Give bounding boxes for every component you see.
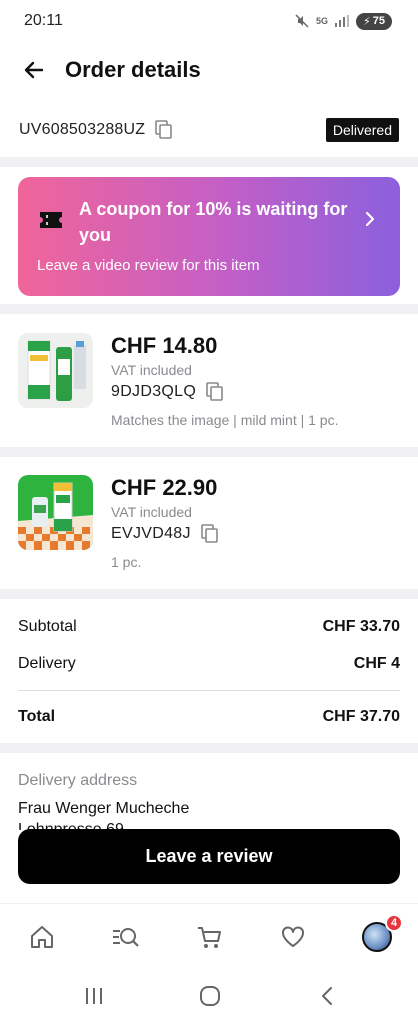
product-price: CHF 22.90 [111, 475, 218, 500]
sku-row: 9DJD3QLQ [111, 381, 226, 403]
toothpaste-box-image [18, 333, 93, 408]
product-image[interactable] [18, 333, 93, 408]
product-sku: 9DJD3QLQ [111, 383, 197, 400]
nav-favorites[interactable] [275, 919, 311, 955]
section-divider [0, 304, 418, 314]
delivery-value: CHF 4 [353, 655, 400, 672]
home-circle-icon [200, 986, 220, 1006]
section-divider [0, 743, 418, 753]
system-nav-bar [0, 969, 418, 1024]
product-sku: EVJVD48J [111, 525, 191, 542]
copy-icon [155, 120, 173, 139]
product-item[interactable]: CHF 22.90 VAT included EVJVD48J 1 pc. [0, 475, 418, 605]
product-variant: Matches the image | mild mint | 1 pc. [111, 412, 339, 428]
battery-indicator: ⚡ 75 [356, 12, 392, 30]
bottom-nav: 4 [0, 903, 418, 969]
nav-home[interactable] [24, 919, 60, 955]
section-divider [0, 589, 418, 599]
status-time: 20:11 [24, 12, 63, 29]
order-id: UV608503288UZ [19, 121, 146, 138]
subtotal-label: Subtotal [18, 618, 77, 635]
coupon-subtitle: Leave a video review for this item [37, 257, 260, 274]
recent-apps-icon [86, 988, 102, 1004]
mute-icon [295, 14, 309, 28]
toothpaste-tube-image [18, 475, 93, 550]
section-divider [0, 447, 418, 457]
ticket-icon [40, 212, 62, 228]
order-summary: Subtotal CHF 33.70 Delivery CHF 4 Total … [18, 617, 400, 727]
leave-review-button[interactable]: Leave a review [18, 829, 400, 884]
product-price: CHF 14.80 [111, 333, 218, 358]
product-item[interactable]: CHF 14.80 VAT included 9DJD3QLQ Matches … [0, 333, 418, 463]
total-value: CHF 37.70 [322, 708, 400, 725]
status-bar: 20:11 5G ⚡ 75 [0, 0, 418, 42]
signal-icon [335, 15, 350, 27]
back-button[interactable] [14, 50, 54, 90]
recent-apps-button[interactable] [79, 981, 109, 1011]
copy-order-id-button[interactable] [153, 119, 175, 141]
vat-note: VAT included [111, 504, 192, 520]
header: Order details [0, 46, 418, 94]
subtotal-value: CHF 33.70 [322, 618, 400, 635]
battery-level: 75 [372, 15, 385, 27]
back-system-button[interactable] [312, 981, 342, 1011]
order-id-row: UV608503288UZ Delivered [0, 110, 418, 150]
heart-icon [282, 926, 304, 947]
nav-profile[interactable]: 4 [359, 914, 403, 955]
copy-icon [200, 524, 218, 543]
delivery-row: Delivery CHF 4 [18, 654, 400, 674]
delivery-address-name: Frau Wenger Mucheche [18, 800, 190, 817]
status-badge: Delivered [325, 118, 399, 142]
delivery-label: Delivery [18, 655, 76, 672]
delivery-address-label: Delivery address [18, 772, 138, 789]
arrow-left-icon [24, 61, 44, 79]
notification-badge: 4 [385, 914, 403, 932]
sku-row: EVJVD48J [111, 523, 221, 545]
copy-sku-button[interactable] [204, 381, 226, 403]
search-categories-icon [113, 928, 139, 947]
section-divider [0, 157, 418, 167]
subtotal-row: Subtotal CHF 33.70 [18, 617, 400, 637]
nav-catalog-search[interactable] [107, 919, 143, 955]
summary-divider [18, 690, 400, 691]
network-type-icon: 5G [316, 16, 329, 26]
home-icon [31, 926, 53, 948]
vat-note: VAT included [111, 362, 192, 378]
charging-icon: ⚡ [363, 15, 371, 28]
coupon-title: A coupon for 10% is waiting for you [79, 199, 348, 245]
product-variant: 1 pc. [111, 554, 142, 570]
status-icons: 5G ⚡ 75 [295, 12, 392, 30]
product-image[interactable] [18, 475, 93, 550]
copy-sku-button[interactable] [199, 523, 221, 545]
total-row: Total CHF 37.70 [18, 707, 400, 727]
nav-cart[interactable] [191, 919, 227, 955]
cart-icon [198, 927, 221, 948]
chevron-right-icon [365, 211, 375, 227]
copy-icon [206, 382, 223, 401]
home-system-button[interactable] [195, 981, 225, 1011]
total-label: Total [18, 708, 56, 725]
coupon-banner[interactable]: A coupon for 10% is waiting for you Leav… [18, 177, 400, 296]
chevron-left-icon [322, 987, 332, 1005]
page-title: Order details [65, 57, 201, 82]
